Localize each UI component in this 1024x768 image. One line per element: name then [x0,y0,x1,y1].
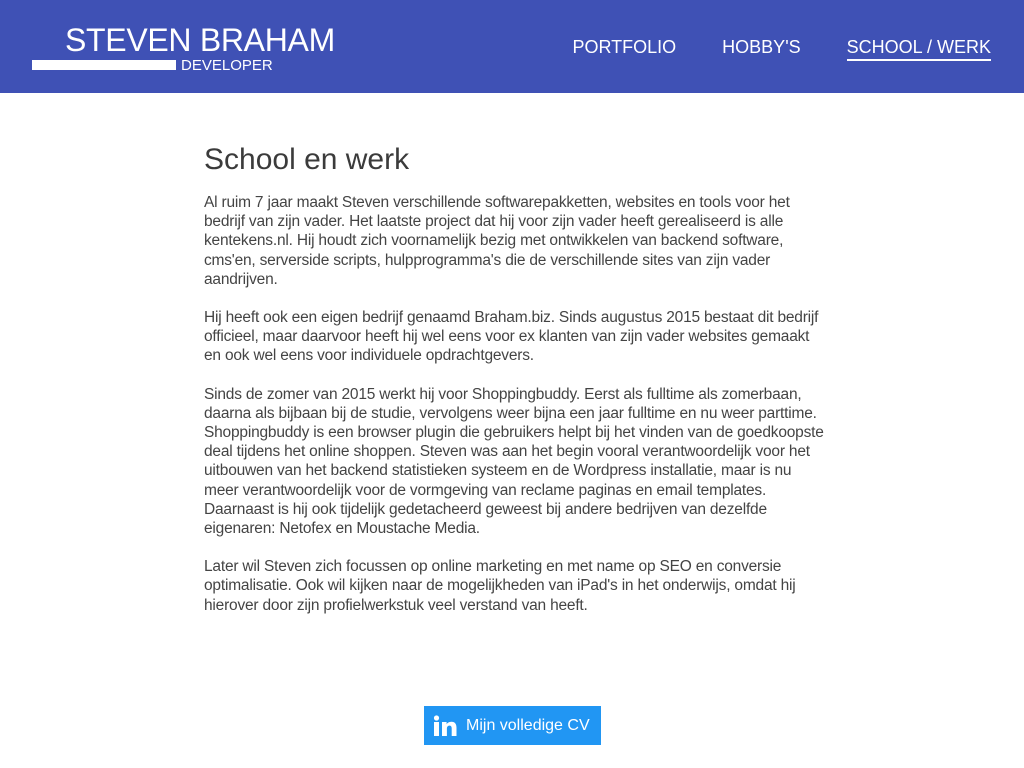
logo-bar [32,60,176,70]
main-content: School en werk Al ruim 7 jaar maakt Stev… [204,140,824,634]
main-nav: PORTFOLIO HOBBY'S SCHOOL / WERK [526,36,991,61]
site-header: STEVEN BRAHAM DEVELOPER PORTFOLIO HOBBY'… [0,0,1024,93]
logo-tagline: DEVELOPER [181,57,273,74]
cv-button-label: Mijn volledige CV [466,716,590,734]
paragraph: Later wil Steven zich focussen op online… [204,558,796,614]
logo-name: STEVEN BRAHAM [65,22,335,58]
linkedin-icon [433,714,457,736]
cv-button[interactable]: Mijn volledige CV [424,706,601,745]
page-title: School en werk [204,143,410,176]
paragraph: Sinds de zomer van 2015 werkt hij voor S… [204,385,824,538]
site-logo[interactable]: STEVEN BRAHAM DEVELOPER [32,22,335,76]
nav-item-school-werk[interactable]: SCHOOL / WERK [846,36,991,61]
paragraph: Al ruim 7 jaar maakt Steven verschillend… [204,194,790,288]
nav-item-portfolio[interactable]: PORTFOLIO [572,36,676,59]
paragraph: Hij heeft ook een eigen bedrijf genaamd … [204,309,819,365]
nav-item-hobbys[interactable]: HOBBY'S [722,36,800,59]
